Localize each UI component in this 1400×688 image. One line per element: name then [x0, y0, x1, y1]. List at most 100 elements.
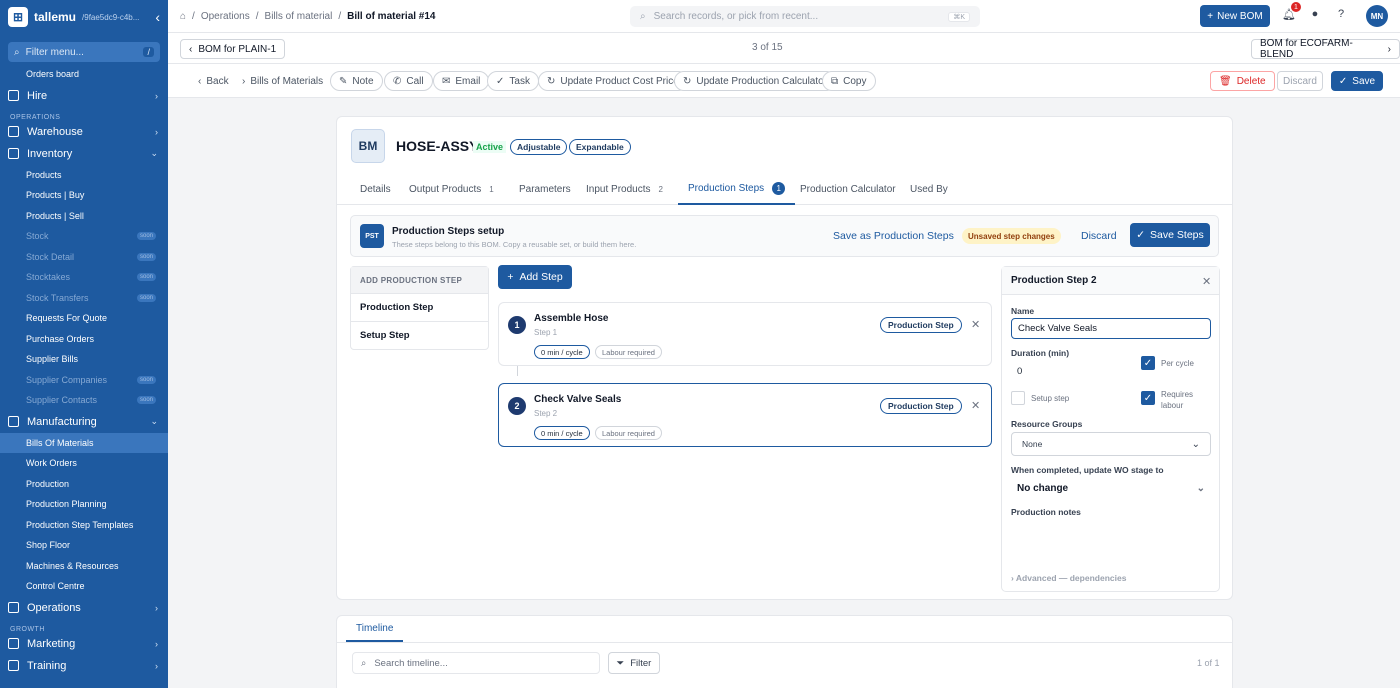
sidebar-item-control-centre[interactable]: Control Centre [0, 576, 168, 597]
sidebar-item-purchase-orders[interactable]: Purchase Orders [0, 329, 168, 350]
previous-record-button[interactable]: ‹ BOM for PLAIN-1 [180, 39, 286, 59]
record-title: HOSE-ASSY [396, 138, 479, 154]
back-button[interactable]: ‹ Back [190, 71, 237, 91]
close-icon[interactable]: ✕ [1202, 275, 1211, 288]
sidebar-item-supplier-bills[interactable]: Supplier Bills [0, 349, 168, 370]
sidebar-item-production-planning[interactable]: Production Planning [0, 494, 168, 515]
sidebar-item-products-buy[interactable]: Products | Buy [0, 185, 168, 206]
sidebar-section-manufacturing[interactable]: Manufacturing ⌄ [0, 411, 168, 433]
sidebar-item-label: Machines & Resources [26, 560, 119, 571]
note-button[interactable]: ✎ Note [330, 71, 383, 91]
notification-badge: 1 [1291, 2, 1301, 12]
factory-icon [8, 416, 19, 427]
user-status-icon[interactable]: ● [1308, 7, 1322, 21]
chevron-right-icon: › [155, 602, 158, 613]
add-setup-step-option[interactable]: Setup Step [351, 321, 488, 349]
tab-production-steps[interactable]: Production Steps 1 [678, 173, 796, 205]
sidebar-section-operations[interactable]: Operations › [0, 597, 168, 619]
divider [337, 642, 1232, 643]
delete-button[interactable]: 🗑︎ Delete [1210, 71, 1275, 91]
global-search-input[interactable]: ⌕ Search records, or pick from recent...… [630, 6, 980, 27]
save-steps-button[interactable]: ✓ Save Steps [1130, 223, 1210, 247]
delete-label: Delete [1236, 75, 1266, 87]
sidebar-item-label: Supplier Bills [26, 354, 79, 365]
call-button[interactable]: ✆ Call [384, 71, 433, 91]
resource-groups-select[interactable]: None ⌄ [1011, 432, 1211, 456]
step-card-selected[interactable]: 2 Check Valve Seals Step 2 0 min / cycle… [498, 383, 992, 447]
sidebar-item-work-orders[interactable]: Work Orders [0, 453, 168, 474]
per-cycle-checkbox[interactable]: ✓ [1141, 356, 1155, 370]
filter-menu-input[interactable]: ⌕ Filter menu... / [8, 42, 160, 62]
app-logo-icon[interactable]: ⊞ [8, 7, 28, 27]
sidebar-item-production[interactable]: Production [0, 474, 168, 495]
sidebar-section-marketing[interactable]: Marketing › [0, 633, 168, 655]
breadcrumb-bills-of-material[interactable]: Bills of material [265, 11, 333, 22]
copy-button[interactable]: ⧉ Copy [822, 71, 876, 91]
step-name-input[interactable]: Check Valve Seals [1011, 318, 1211, 339]
note-label: Note [352, 75, 374, 87]
update-product-cost-price-button[interactable]: ↻ Update Product Cost Price [538, 71, 688, 91]
tab-input-products[interactable]: Input Products 2 [586, 173, 663, 205]
sidebar-item-requests-for-quote[interactable]: Requests For Quote [0, 308, 168, 329]
step-detail-panel: Production Step 2 ✕ Name Check Valve Sea… [1001, 266, 1220, 592]
duration-input[interactable]: 0 [1017, 366, 1022, 377]
save-as-production-steps-link[interactable]: Save as Production Steps [833, 230, 954, 242]
tab-production-calculator[interactable]: Production Calculator [800, 173, 896, 205]
sidebar-item-machines-resources[interactable]: Machines & Resources [0, 556, 168, 577]
sidebar-item-label: Purchase Orders [26, 333, 95, 344]
home-icon[interactable]: ⌂ [180, 11, 186, 22]
requires-labour-checkbox[interactable]: ✓ [1141, 391, 1155, 405]
sidebar-item-label: Production [26, 478, 70, 489]
sidebar-section-hire[interactable]: Hire › [0, 85, 168, 107]
tab-used-by[interactable]: Used By [910, 173, 948, 205]
setup-step-checkbox[interactable] [1011, 391, 1025, 405]
note-icon: ✎ [339, 75, 348, 87]
tab-output-products[interactable]: Output Products 1 [409, 173, 494, 205]
tab-count: 1 [489, 184, 494, 194]
tab-parameters[interactable]: Parameters [519, 173, 571, 205]
sidebar-section-warehouse[interactable]: Warehouse › [0, 121, 168, 143]
tab-details[interactable]: Details [360, 173, 391, 205]
sidebar-item-bills-of-materials[interactable]: Bills Of Materials [0, 432, 168, 453]
sidebar-item-orders-board[interactable]: Orders board [0, 64, 168, 85]
advanced-dependencies-toggle[interactable]: › Advanced — dependencies [1011, 573, 1126, 583]
tab-timeline[interactable]: Timeline [346, 616, 404, 642]
wo-stage-select[interactable]: No change ⌄ [1011, 477, 1211, 499]
timeline-card: Timeline ⌕ Search timeline... ⏷ Filter 1 o… [336, 615, 1233, 688]
remove-step-icon[interactable]: ✕ [971, 318, 980, 331]
chevron-right-icon: › [155, 90, 158, 101]
sidebar-item-shop-floor[interactable]: Shop Floor [0, 535, 168, 556]
next-record-button[interactable]: BOM for ECOFARM-BLEND › [1251, 38, 1400, 60]
discard-button[interactable]: Discard [1277, 71, 1323, 91]
sidebar-section-inventory[interactable]: Inventory ⌄ [0, 143, 168, 165]
save-button[interactable]: ✓ Save [1331, 71, 1383, 91]
avatar[interactable]: MN [1366, 5, 1388, 27]
task-button[interactable]: ✓ Task [487, 71, 539, 91]
sidebar-section-training[interactable]: Training › [0, 655, 168, 677]
add-step-label: Add Step [519, 271, 563, 283]
breadcrumb-operations[interactable]: Operations [201, 11, 250, 22]
email-icon: ✉ [442, 75, 451, 87]
step-card[interactable]: 1 Assemble Hose Step 1 0 min / cycle Lab… [498, 302, 992, 366]
bills-of-materials-link[interactable]: › Bills of Materials [234, 71, 332, 91]
timeline-filter-button[interactable]: ⏷ Filter [608, 652, 660, 674]
collapse-sidebar-icon[interactable]: ‹ [155, 9, 160, 25]
bell-icon[interactable]: 🔔︎ 1 [1282, 2, 1301, 21]
record-tabs: Details Output Products 1 Parameters Inpu… [337, 173, 1232, 205]
labour-required-chip: Labour required [595, 426, 662, 440]
record-navigation: ‹ BOM for PLAIN-1 3 of 15 BOM for ECOFARM… [168, 33, 1400, 64]
add-production-step-option[interactable]: Production Step [351, 293, 488, 321]
update-production-calculator-button[interactable]: ↻ Update Production Calculator [674, 71, 837, 91]
sidebar-item-products-sell[interactable]: Products | Sell [0, 206, 168, 227]
timeline-search-input[interactable]: ⌕ Search timeline... [352, 652, 600, 674]
sidebar-item-production-step-templates[interactable]: Production Step Templates [0, 515, 168, 536]
sidebar-item-products[interactable]: Products [0, 165, 168, 186]
bills-of-materials-label: Bills of Materials [250, 75, 324, 87]
discard-steps-link[interactable]: Discard [1081, 230, 1117, 242]
help-icon[interactable]: ? [1334, 7, 1348, 21]
new-bom-button[interactable]: + New BOM [1200, 5, 1270, 27]
sidebar-item-label: Stocktakes [26, 272, 71, 283]
remove-step-icon[interactable]: ✕ [971, 399, 980, 412]
email-button[interactable]: ✉ Email [433, 71, 490, 91]
add-step-button[interactable]: + Add Step [498, 265, 572, 289]
